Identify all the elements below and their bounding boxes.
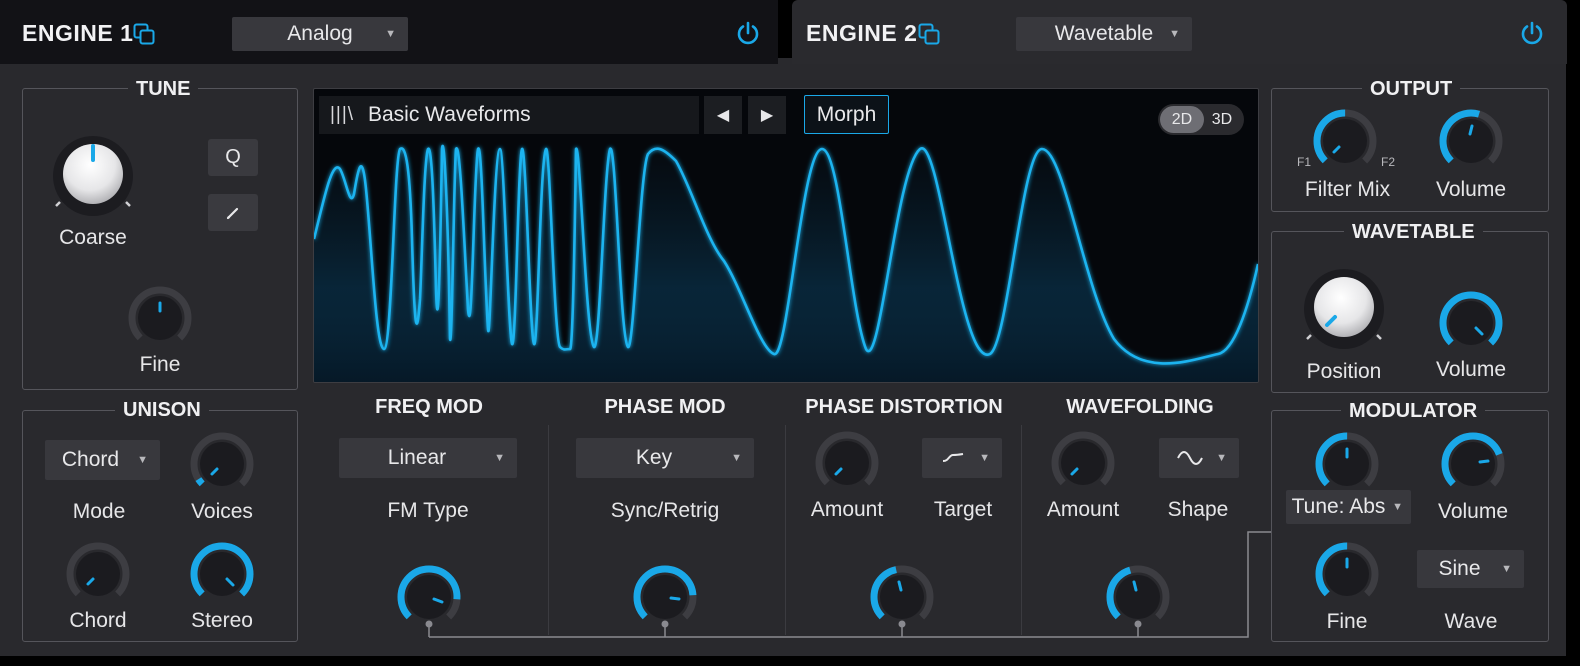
- modulator-fine-knob[interactable]: [1312, 539, 1382, 614]
- modulator-wave-dropdown[interactable]: Sine ▼: [1417, 550, 1524, 588]
- modulator-volume-knob[interactable]: [1438, 429, 1508, 504]
- filter-mix-knob[interactable]: [1310, 106, 1380, 181]
- filter-mix-label: Filter Mix: [1304, 178, 1391, 201]
- position-knob[interactable]: [1299, 265, 1389, 360]
- modulator-wave-value: Sine: [1438, 557, 1481, 580]
- modulator-volume-label: Volume: [1437, 500, 1509, 523]
- wavetable-volume-knob[interactable]: [1436, 288, 1506, 363]
- output-title: OUTPUT: [1362, 78, 1461, 101]
- f1-label: F1: [1297, 155, 1312, 169]
- modulator-tune-value: Tune: Abs: [1291, 495, 1386, 518]
- output-volume-knob[interactable]: [1436, 106, 1506, 181]
- modulator-tune-dropdown[interactable]: Tune: Abs ▼: [1286, 490, 1411, 524]
- chevron-down-icon: ▼: [1392, 501, 1403, 513]
- f2-label: F2: [1381, 155, 1396, 169]
- chevron-down-icon: ▼: [1501, 563, 1512, 575]
- wavetable-title: WAVETABLE: [1344, 221, 1483, 244]
- modulator-wave-label: Wave: [1444, 610, 1498, 633]
- modulator-fine-label: Fine: [1326, 610, 1368, 633]
- modulator-title: MODULATOR: [1341, 400, 1486, 423]
- output-volume-label: Volume: [1435, 178, 1507, 201]
- wavetable-volume-label: Volume: [1435, 358, 1507, 381]
- position-label: Position: [1306, 360, 1382, 383]
